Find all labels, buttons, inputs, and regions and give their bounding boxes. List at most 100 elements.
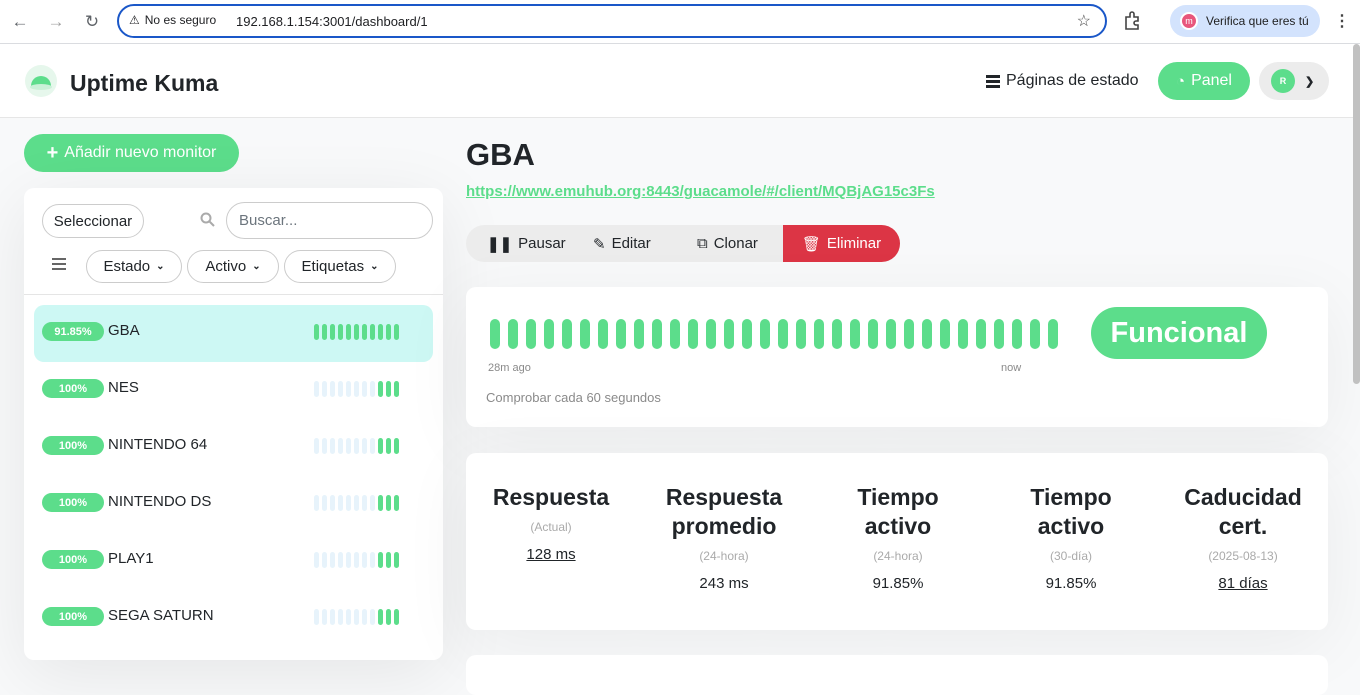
stat-sub: (30-día) — [1049, 549, 1093, 563]
trash-icon: 🗑 — [801, 235, 821, 253]
extensions-icon[interactable] — [1122, 10, 1144, 32]
select-button[interactable]: Seleccionar — [42, 204, 144, 238]
search-input[interactable] — [226, 202, 433, 239]
heartbeat-tick — [370, 609, 375, 625]
brand-title[interactable]: Uptime Kuma — [70, 70, 218, 97]
stat-value[interactable]: 81 días — [1163, 575, 1323, 592]
heartbeat-tick — [394, 381, 399, 397]
heartbeat-tick — [346, 609, 351, 625]
uptime-badge: 100% — [42, 550, 104, 569]
monitor-list-item[interactable]: 100% PLAY1 — [34, 533, 433, 590]
monitor-title: GBA — [466, 137, 535, 172]
pause-icon: ❚❚ — [487, 235, 513, 253]
monitor-list-item[interactable]: 91.85% GBA — [34, 305, 433, 362]
heartbeat-tick — [314, 438, 319, 454]
heartbeat-tick — [338, 552, 343, 568]
browser-menu-icon[interactable]: ⋮ — [1334, 11, 1350, 31]
pause-button[interactable]: ❚❚ Pausar — [487, 225, 566, 262]
status-pages-link[interactable]: Páginas de estado — [986, 72, 1139, 90]
filter-status[interactable]: Estado ⌄ — [86, 250, 182, 283]
delete-button[interactable]: 🗑 Eliminar — [783, 225, 900, 262]
heartbeat-tick — [394, 495, 399, 511]
heartbeat-tick — [354, 552, 359, 568]
edit-button[interactable]: ✎ Editar — [593, 225, 651, 262]
status-badge: Funcional — [1091, 307, 1267, 359]
monitor-name: NES — [108, 379, 139, 396]
heartbeat-tick — [706, 319, 716, 349]
monitor-list-item[interactable]: 100% NES — [34, 362, 433, 419]
browser-toolbar: ← → ↻ ⚠ No es seguro 192.168.1.154:3001/… — [0, 0, 1360, 44]
uptime-kuma-logo-icon[interactable] — [24, 64, 58, 98]
heartbeat-tick — [322, 438, 327, 454]
clone-button[interactable]: ⧉ Clonar — [697, 225, 758, 262]
monitor-actions: ❚❚ Pausar ✎ Editar ⧉ Clonar 🗑 Eliminar — [466, 225, 900, 262]
heartbeat-tick — [370, 438, 375, 454]
forward-icon[interactable]: → — [42, 8, 70, 36]
profile-dropdown[interactable]: R ❯ — [1259, 62, 1329, 100]
heartbeat-tick — [386, 495, 391, 511]
stat-sub: (24-hora) — [699, 549, 749, 563]
heartbeat-tick — [378, 438, 383, 454]
filter-active[interactable]: Activo ⌄ — [187, 250, 279, 283]
heartbeat-tick — [354, 324, 359, 340]
heartbeat-tick — [508, 319, 518, 349]
panel-button[interactable]: ◔ Panel — [1158, 62, 1250, 100]
reload-icon[interactable]: ↻ — [78, 8, 106, 36]
stat-value: 91.85% — [872, 575, 924, 592]
monitor-name: GBA — [108, 322, 140, 339]
verify-avatar-icon: m — [1180, 12, 1198, 30]
filter-status-label: Estado — [103, 258, 151, 275]
heartbeat-tick — [362, 552, 367, 568]
search-icon — [200, 212, 215, 227]
heartbeat-tick — [386, 438, 391, 454]
heartbeat-tick — [346, 552, 351, 568]
url-text[interactable]: 192.168.1.154:3001/dashboard/1 — [236, 14, 428, 29]
heartbeat-tick — [378, 552, 383, 568]
heartbeat-tick — [354, 495, 359, 511]
mini-heartbeat-bar — [314, 438, 399, 454]
heartbeat-tick — [616, 319, 626, 349]
heartbeat-tick — [598, 319, 608, 349]
heartbeat-tick — [314, 609, 319, 625]
filter-tags[interactable]: Etiquetas ⌄ — [284, 250, 396, 283]
heartbeat-tick — [778, 319, 788, 349]
back-icon[interactable]: ← — [6, 8, 34, 36]
monitor-url-link[interactable]: https://www.emuhub.org:8443/guacamole/#/… — [466, 183, 935, 200]
monitor-list-item[interactable]: 100% NINTENDO DS — [34, 476, 433, 533]
heartbeat-tick — [386, 324, 391, 340]
status-pages-label: Páginas de estado — [1006, 72, 1139, 89]
stat-sub: (Actual) — [530, 520, 572, 534]
stats-card: Respuesta (Actual) 128 ms Respuesta prom… — [466, 453, 1328, 630]
plus-icon: + — [46, 141, 59, 164]
heartbeat-tick — [338, 609, 343, 625]
filter-menu-icon[interactable] — [52, 258, 66, 273]
mini-heartbeat-bar — [314, 609, 399, 625]
edit-icon: ✎ — [593, 235, 606, 253]
security-warning[interactable]: ⚠ No es seguro — [129, 13, 216, 27]
heartbeat-tick — [394, 438, 399, 454]
heartbeat-tick — [886, 319, 896, 349]
heartbeat-card: 28m ago now Comprobar cada 60 segundos F… — [466, 287, 1328, 427]
verify-identity-button[interactable]: m Verifica que eres tú — [1170, 5, 1320, 37]
heartbeat-tick — [322, 552, 327, 568]
heartbeat-tick — [330, 495, 335, 511]
list-icon — [986, 74, 1000, 88]
address-bar[interactable]: ⚠ No es seguro 192.168.1.154:3001/dashbo… — [117, 4, 1107, 38]
heartbeat-end-label: now — [1001, 362, 1022, 374]
stat-value: 243 ms — [699, 575, 749, 592]
heartbeat-tick — [378, 609, 383, 625]
stat-value[interactable]: 128 ms — [471, 546, 631, 563]
page-scrollbar[interactable] — [1353, 44, 1360, 384]
heartbeat-tick — [354, 609, 359, 625]
heartbeat-tick — [958, 319, 968, 349]
add-monitor-button[interactable]: + Añadir nuevo monitor — [24, 134, 239, 172]
monitor-list-item[interactable]: 100% SEGA SATURN — [34, 590, 433, 647]
mini-heartbeat-bar — [314, 495, 399, 511]
heartbeat-tick — [370, 324, 375, 340]
stat-title: Tiempo activo — [1030, 484, 1112, 539]
heartbeat-tick — [742, 319, 752, 349]
monitor-name: NINTENDO 64 — [108, 436, 208, 453]
bookmark-star-icon[interactable]: ☆ — [1077, 11, 1091, 31]
heartbeat-tick — [940, 319, 950, 349]
monitor-list-item[interactable]: 100% NINTENDO 64 — [34, 419, 433, 476]
